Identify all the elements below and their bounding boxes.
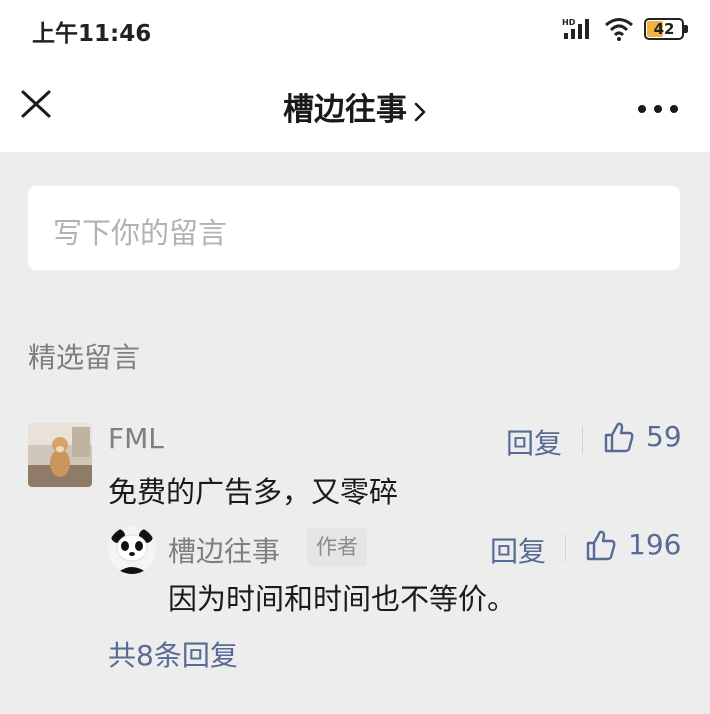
battery-level: 42 bbox=[653, 20, 675, 38]
network-label: HD bbox=[562, 18, 576, 27]
like-button[interactable]: 196 bbox=[586, 528, 681, 561]
comment-text: 免费的广告多，又零碎 bbox=[108, 475, 399, 509]
nav-bar: 槽边往事 bbox=[0, 62, 710, 152]
nav-title-text: 槽边往事 bbox=[283, 92, 407, 128]
signal-icon: HD bbox=[562, 18, 589, 39]
divider bbox=[582, 426, 583, 454]
reply-button[interactable]: 回复 bbox=[490, 530, 546, 570]
status-icons: HD 42 bbox=[562, 16, 688, 42]
reply-button[interactable]: 回复 bbox=[506, 422, 562, 462]
like-count: 59 bbox=[646, 420, 682, 453]
panda-avatar-icon bbox=[108, 526, 156, 574]
battery-icon: 42 bbox=[644, 18, 688, 40]
status-bar: 上午11:46 HD 42 bbox=[0, 0, 710, 62]
more-dots-icon bbox=[638, 105, 678, 113]
commenter-name: FML bbox=[108, 422, 164, 455]
thumbs-up-icon bbox=[586, 530, 616, 560]
dog-avatar-icon bbox=[28, 423, 92, 487]
like-button[interactable]: 59 bbox=[604, 420, 682, 453]
author-name: 槽边往事 bbox=[168, 535, 281, 568]
chevron-right-icon bbox=[414, 102, 426, 121]
comment-input-placeholder: 写下你的留言 bbox=[53, 216, 228, 250]
section-title: 精选留言 bbox=[28, 341, 141, 374]
status-time: 上午11:46 bbox=[32, 21, 152, 47]
like-count: 196 bbox=[628, 528, 682, 561]
reply-text: 因为时间和时间也不等价。 bbox=[168, 582, 517, 616]
comment-input[interactable]: 写下你的留言 bbox=[28, 186, 680, 270]
author-avatar[interactable] bbox=[108, 526, 156, 574]
wifi-icon bbox=[605, 18, 633, 41]
comments-page: 写下你的留言 精选留言 FML 回复 59 免费的广告多，又零碎 槽边往事 作者… bbox=[0, 152, 710, 714]
avatar[interactable] bbox=[28, 423, 92, 487]
more-button[interactable] bbox=[636, 100, 680, 113]
divider bbox=[565, 534, 566, 562]
author-badge: 作者 bbox=[307, 528, 367, 566]
page-title[interactable]: 槽边往事 bbox=[0, 84, 710, 129]
more-replies-link[interactable]: 共8条回复 bbox=[108, 634, 238, 674]
thumbs-up-icon bbox=[604, 422, 634, 452]
